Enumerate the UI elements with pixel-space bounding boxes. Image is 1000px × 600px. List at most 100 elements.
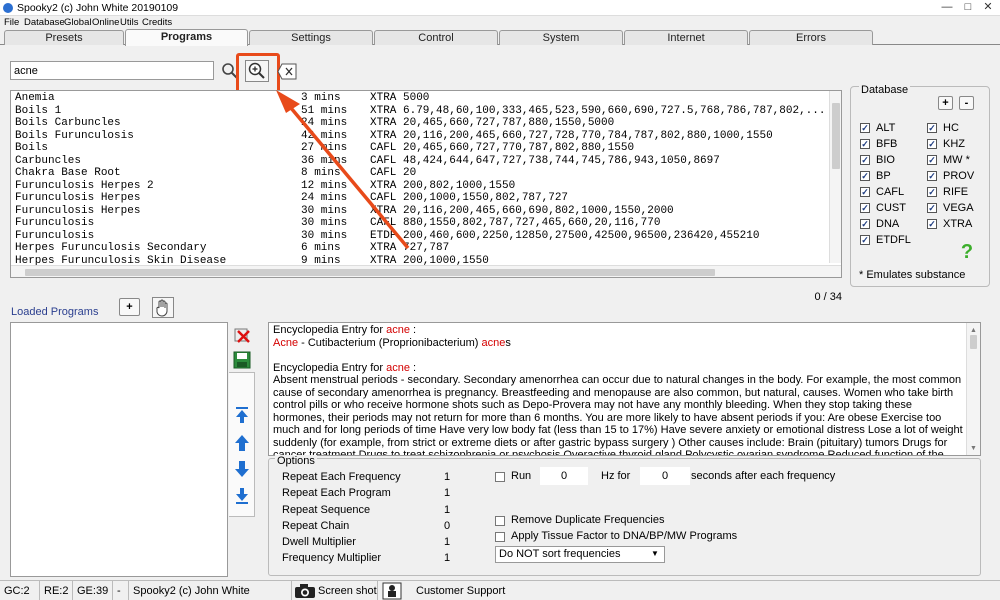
- menu-credits[interactable]: Credits: [142, 16, 172, 29]
- db-label-bio: BIO: [876, 154, 895, 166]
- db-label-xtra: XTRA: [943, 218, 973, 230]
- program-name: Anemia: [15, 92, 55, 104]
- save-button[interactable]: [232, 350, 252, 370]
- program-frequencies: CAFL 48,424,644,647,727,738,744,745,786,…: [370, 154, 720, 167]
- checkbox-alt[interactable]: ✓: [860, 123, 870, 133]
- checkbox-rife[interactable]: ✓: [927, 187, 937, 197]
- customer-support-label: Customer Support: [416, 585, 506, 597]
- loaded-add-button[interactable]: +: [119, 298, 140, 316]
- status-dash: -: [113, 581, 129, 600]
- screenshot-button[interactable]: Screen shot: [292, 581, 378, 600]
- program-list-vscrollbar[interactable]: [829, 91, 841, 263]
- program-frequencies: ETDF 200,460,600,2250,12850,27500,42500,…: [370, 229, 760, 242]
- checkbox-vega[interactable]: ✓: [927, 203, 937, 213]
- checkbox-etdfl[interactable]: ✓: [860, 235, 870, 245]
- move-bottom-button[interactable]: [232, 486, 252, 506]
- chevron-down-icon: ▼: [651, 549, 659, 558]
- remove-duplicate-label: Remove Duplicate Frequencies: [511, 514, 665, 526]
- menu-global[interactable]: Global: [64, 16, 91, 29]
- checkbox-prov[interactable]: ✓: [927, 171, 937, 181]
- checkbox-bfb[interactable]: ✓: [860, 139, 870, 149]
- tab-errors[interactable]: Errors: [749, 30, 873, 45]
- tab-strip: Presets Programs Settings Control System…: [0, 29, 1000, 46]
- move-up-button[interactable]: [232, 433, 252, 453]
- clear-icon: [277, 63, 297, 80]
- program-name: Furunculosis Herpes: [15, 204, 141, 217]
- checkbox-bp[interactable]: ✓: [860, 171, 870, 181]
- run-checkbox[interactable]: [495, 472, 505, 482]
- arrow-bottom-icon: [236, 488, 248, 504]
- menu-bar: File Database Global Online Utils Credit…: [0, 16, 1000, 29]
- scroll-thumb[interactable]: [832, 103, 840, 169]
- search-input[interactable]: [10, 61, 214, 80]
- scroll-down-icon[interactable]: ▼: [970, 443, 977, 455]
- seconds-input[interactable]: 0: [640, 467, 690, 485]
- checkbox-xtra[interactable]: ✓: [927, 219, 937, 229]
- repeat-each-frequency-label: Repeat Each Frequency: [282, 471, 401, 483]
- clear-search-button[interactable]: [277, 63, 297, 80]
- heading-term: acne: [386, 361, 410, 374]
- maximize-button[interactable]: □: [958, 0, 978, 15]
- tab-programs[interactable]: Programs: [125, 29, 248, 46]
- menu-file[interactable]: File: [4, 16, 19, 29]
- encyclopedia-scrollbar[interactable]: ▲ ▼: [966, 323, 980, 455]
- db-label-dna: DNA: [876, 218, 900, 230]
- menu-database[interactable]: Database: [24, 16, 65, 29]
- menu-online[interactable]: Online: [92, 16, 119, 29]
- heading-term: acne: [386, 324, 410, 336]
- close-button[interactable]: ✕: [978, 0, 998, 15]
- run-hz-input[interactable]: 0: [540, 467, 588, 485]
- apply-tissue-checkbox[interactable]: [495, 532, 505, 542]
- repeat-each-frequency-value[interactable]: 1: [439, 471, 455, 483]
- checkbox-cafl[interactable]: ✓: [860, 187, 870, 197]
- minimize-button[interactable]: —: [937, 0, 957, 15]
- program-name: Boils: [15, 142, 49, 154]
- tab-control[interactable]: Control: [374, 30, 498, 45]
- checkbox-bio[interactable]: ✓: [860, 155, 870, 165]
- db-label-mw: MW *: [943, 154, 970, 166]
- remove-duplicate-checkbox[interactable]: [495, 516, 505, 526]
- tab-system[interactable]: System: [499, 30, 623, 45]
- hz-for-label: Hz for: [601, 470, 631, 482]
- remove-program-button[interactable]: [232, 325, 252, 345]
- move-top-button[interactable]: [232, 405, 252, 425]
- heading-prefix: Encyclopedia Entry for: [273, 361, 387, 374]
- checkbox-cust[interactable]: ✓: [860, 203, 870, 213]
- database-add-button[interactable]: +: [938, 96, 953, 110]
- definition-text: - Cutibacterium (Proprionibacterium): [298, 336, 482, 349]
- tab-internet[interactable]: Internet: [624, 30, 748, 45]
- run-label: Run: [511, 470, 532, 482]
- program-name: Boils 1: [15, 104, 62, 117]
- menu-utils[interactable]: Utils: [120, 16, 138, 29]
- sort-dropdown[interactable]: Do NOT sort frequencies ▼: [495, 546, 665, 563]
- repeat-each-program-value[interactable]: 1: [439, 487, 455, 499]
- repeat-chain-value[interactable]: 0: [439, 520, 455, 532]
- move-down-button[interactable]: [232, 459, 252, 479]
- program-count: 0 / 34: [814, 291, 842, 303]
- loaded-programs-list[interactable]: [10, 322, 228, 577]
- loaded-programs-label: Loaded Programs: [11, 306, 99, 318]
- program-frequencies: XTRA 6.79,48,60,100,333,465,523,590,660,…: [370, 104, 826, 117]
- encyclopedia-panel[interactable]: Encyclopedia Entry for acne : Acne - Cut…: [268, 322, 981, 456]
- program-list-hscrollbar[interactable]: [11, 265, 841, 277]
- scroll-thumb[interactable]: [970, 335, 977, 349]
- repeat-sequence-label: Repeat Sequence: [282, 504, 371, 516]
- checkbox-mw[interactable]: ✓: [927, 155, 937, 165]
- checkbox-hc[interactable]: ✓: [927, 123, 937, 133]
- tab-presets[interactable]: Presets: [4, 30, 124, 45]
- help-icon[interactable]: ?: [957, 241, 977, 263]
- customer-support-button[interactable]: Customer Support: [378, 581, 508, 600]
- dwell-multiplier-value[interactable]: 1: [439, 536, 455, 548]
- database-remove-button[interactable]: -: [959, 96, 974, 110]
- scroll-thumb[interactable]: [25, 269, 715, 276]
- apply-tissue-label: Apply Tissue Factor to DNA/BP/MW Program…: [511, 530, 738, 542]
- program-list[interactable]: Anemia 3 mins XTRA 5000 Boils 1 51 mins XTRA …: [10, 90, 842, 278]
- database-title: Database: [859, 84, 911, 96]
- hand-button[interactable]: [152, 297, 174, 318]
- repeat-sequence-value[interactable]: 1: [439, 504, 455, 516]
- program-name: Furunculosis: [15, 217, 95, 229]
- tab-settings[interactable]: Settings: [249, 30, 373, 45]
- checkbox-dna[interactable]: ✓: [860, 219, 870, 229]
- frequency-multiplier-value[interactable]: 1: [439, 552, 455, 564]
- checkbox-khz[interactable]: ✓: [927, 139, 937, 149]
